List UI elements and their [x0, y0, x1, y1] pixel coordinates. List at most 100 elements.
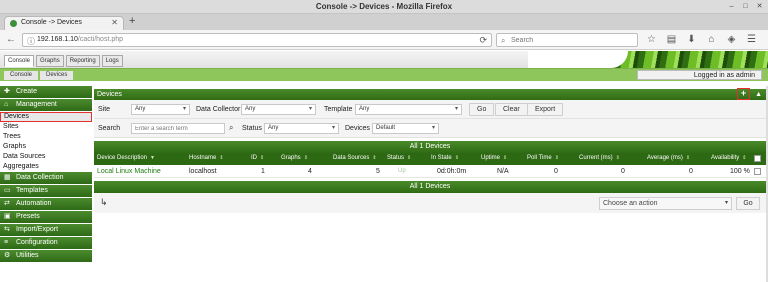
status-select[interactable]: Any ▾	[264, 123, 339, 134]
poll-time-cell: 0	[554, 168, 558, 175]
home-icon[interactable]: ⌂	[706, 34, 717, 45]
data-collector-select[interactable]: Any ▾	[241, 104, 316, 115]
browser-search-input[interactable]	[511, 35, 631, 46]
search-label: Search	[98, 125, 121, 132]
col-label: Current (ms)	[579, 155, 613, 161]
sidebar-section-label: Management	[16, 101, 57, 108]
sidebar-section-label: Automation	[16, 200, 52, 207]
tab-logs[interactable]: Logs	[101, 55, 123, 67]
sidebar-item-aggregates[interactable]: Aggregates	[0, 162, 92, 172]
select-all-checkbox[interactable]	[754, 155, 761, 162]
tab-close-icon[interactable]: ✕	[111, 18, 118, 27]
sidebar-section-templates[interactable]: ▭ Templates	[0, 185, 92, 197]
average-cell: 0	[689, 168, 693, 175]
info-icon[interactable]: ⓘ	[27, 36, 35, 47]
col-label: In State	[431, 155, 452, 161]
search-input[interactable]	[131, 123, 225, 134]
sort-icon: ⇕	[303, 155, 308, 161]
reload-icon[interactable]: ⟳	[479, 35, 487, 46]
sidebar-section-label: Import/Export	[16, 226, 59, 233]
chevron-down-icon: ▾	[182, 106, 186, 112]
status-cell: Up	[398, 168, 406, 174]
menu-icon[interactable]: ☰	[746, 34, 757, 45]
import-export-icon: ⇆	[4, 226, 10, 233]
site-select[interactable]: Any ▾	[131, 104, 190, 115]
availability-cell: 100 %	[730, 168, 750, 175]
close-icon[interactable]: ✕	[755, 2, 764, 11]
main-content: Devices + ▲ Site Any ▾ Data Collector An…	[94, 88, 766, 213]
col-in-state[interactable]: In State ⇕	[431, 155, 459, 161]
sidebar-section-presets[interactable]: ▣ Presets	[0, 211, 92, 223]
new-tab-icon[interactable]: +	[129, 15, 135, 27]
user-menu[interactable]: Logged in as admin	[637, 70, 762, 80]
browser-toolbar-icons: ☆ ▤ ⬇ ⌂ ◈ ☰	[646, 34, 757, 45]
col-hostname[interactable]: Hostname ⇕	[189, 155, 224, 161]
sidebar-item-sites[interactable]: Sites	[0, 122, 92, 132]
sidebar-section-data-collection[interactable]: ▦ Data Collection	[0, 172, 92, 184]
collapse-icon[interactable]: ▲	[755, 89, 762, 100]
col-uptime[interactable]: Uptime ⇕	[481, 155, 507, 161]
col-current[interactable]: Current (ms) ⇕	[579, 155, 620, 161]
template-select[interactable]: Any ▾	[355, 104, 462, 115]
sidebar-item-trees[interactable]: Trees	[0, 132, 92, 142]
apply-action-button[interactable]: Go	[736, 197, 760, 210]
sidebar-section-automation[interactable]: ⇄ Automation	[0, 198, 92, 210]
browser-search-bar[interactable]: ⌕	[496, 33, 638, 47]
col-id[interactable]: ID ⇕	[251, 155, 264, 161]
breadcrumb-console[interactable]: Console	[4, 71, 39, 80]
devices-rows-select[interactable]: Default ▾	[372, 123, 439, 134]
minimize-icon[interactable]: –	[727, 2, 736, 11]
sidebar-item-graphs[interactable]: Graphs	[0, 142, 92, 152]
clear-button[interactable]: Clear	[495, 103, 528, 116]
col-data-sources[interactable]: Data Sources ⇕	[333, 155, 377, 161]
tab-title: Console -> Devices	[21, 19, 82, 26]
action-select[interactable]: Choose an action ▾	[599, 197, 732, 210]
breadcrumb: Console Devices Logged in as admin	[0, 68, 768, 81]
export-button[interactable]: Export	[527, 103, 564, 116]
table-row[interactable]: Local Linux Machine localhost 1 4 5 Up 0…	[94, 165, 766, 178]
url-bar[interactable]: ⓘ 192.168.1.10/cacti/host.php ⟳	[22, 33, 492, 47]
action-select-value: Choose an action	[603, 200, 658, 207]
devices-label: Devices	[345, 125, 370, 132]
sidebar-section-import-export[interactable]: ⇆ Import/Export	[0, 224, 92, 236]
tab-graphs[interactable]: Graphs	[36, 55, 64, 67]
add-device-button[interactable]: +	[737, 88, 750, 100]
search-icon[interactable]: ⌕	[229, 123, 233, 133]
back-icon[interactable]: ←	[6, 34, 16, 45]
maximize-icon[interactable]: □	[741, 2, 750, 11]
presets-icon: ▣	[4, 213, 11, 220]
col-label: Poll Time	[527, 155, 552, 161]
devices-panel-header: Devices + ▲	[94, 88, 766, 100]
configuration-icon: ≡	[4, 239, 9, 246]
row-checkbox[interactable]	[754, 168, 761, 175]
go-button[interactable]: Go	[469, 103, 495, 116]
download-icon[interactable]: ⬇	[686, 34, 697, 45]
pocket-icon[interactable]: ◈	[726, 34, 737, 45]
sidebar-section-management[interactable]: ⌂ Management	[0, 99, 92, 111]
chevron-down-icon: ▾	[724, 200, 728, 206]
tab-console[interactable]: Console	[4, 55, 35, 67]
url-text: 192.168.1.10/cacti/host.php	[37, 36, 123, 43]
bookmark-star-icon[interactable]: ☆	[646, 34, 657, 45]
tab-reporting[interactable]: Reporting	[65, 55, 100, 67]
col-device-description[interactable]: Device Description ▼	[97, 155, 155, 161]
reading-list-icon[interactable]: ▤	[666, 34, 677, 45]
browser-tab[interactable]: Console -> Devices ✕	[4, 16, 124, 30]
sidebar-section-create[interactable]: ✚ Create	[0, 86, 92, 98]
col-availability[interactable]: Availability ⇕	[711, 155, 746, 161]
sidebar-section-utilities[interactable]: ⚙ Utilities	[0, 250, 92, 262]
device-description-link[interactable]: Local Linux Machine	[97, 168, 161, 175]
sidebar-item-devices[interactable]: Devices	[0, 112, 92, 122]
sidebar-item-data-sources[interactable]: Data Sources	[0, 152, 92, 162]
col-status[interactable]: Status ⇕	[387, 155, 411, 161]
cacti-header: Console Graphs Reporting Logs	[0, 51, 768, 68]
col-graphs[interactable]: Graphs ⇕	[281, 155, 308, 161]
breadcrumb-devices[interactable]: Devices	[40, 71, 74, 80]
url-host: 192.168.1.10	[37, 36, 78, 43]
window-title: Console -> Devices - Mozilla Firefox	[315, 2, 453, 11]
col-average[interactable]: Average (ms) ⇕	[647, 155, 690, 161]
col-poll-time[interactable]: Poll Time ⇕	[527, 155, 559, 161]
automation-icon: ⇄	[4, 200, 10, 207]
sidebar-section-configuration[interactable]: ≡ Configuration	[0, 237, 92, 249]
sidebar-section-label: Templates	[16, 187, 48, 194]
